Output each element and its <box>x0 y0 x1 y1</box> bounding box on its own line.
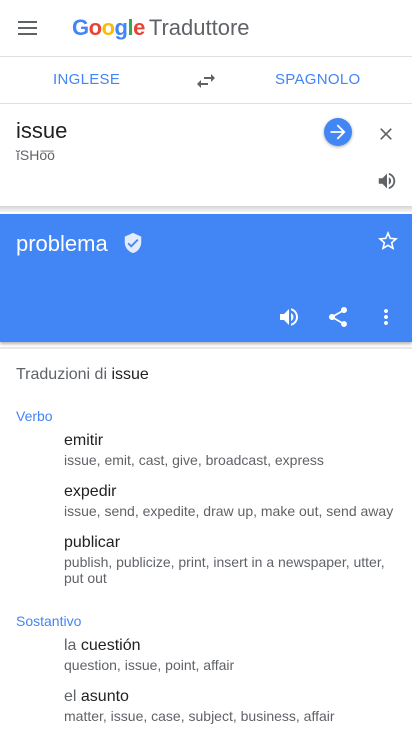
part-of-speech-label: Sostantivo <box>16 613 82 629</box>
dictionary-entry[interactable]: el asunto matter, issue, case, subject, … <box>64 688 404 724</box>
swap-languages-icon[interactable] <box>194 69 218 93</box>
translate-go-button[interactable] <box>324 118 352 146</box>
entry-article: el <box>64 688 77 705</box>
dictionary-title: Traduzioni di issue <box>16 366 149 384</box>
divider <box>0 347 412 349</box>
app-bar: Google Traduttore <box>0 0 412 57</box>
entry-article: la <box>64 637 77 654</box>
divider <box>0 206 412 212</box>
target-language-button[interactable]: SPAGNOLO <box>275 71 360 88</box>
google-logo: Google <box>72 15 145 40</box>
star-icon[interactable] <box>376 229 400 253</box>
dictionary-entry[interactable]: publicar publish, publicize, print, inse… <box>64 534 404 586</box>
source-text[interactable]: issue <box>16 118 67 144</box>
translation-text[interactable]: problema <box>16 231 108 257</box>
clear-icon[interactable] <box>376 124 396 144</box>
share-icon[interactable] <box>326 305 350 329</box>
app-title: Google Traduttore <box>72 14 250 42</box>
translation-result-card[interactable]: problema <box>0 214 412 342</box>
verified-shield-icon[interactable] <box>122 232 144 254</box>
entry-word: publicar <box>64 534 121 551</box>
dictionary-title-prefix: Traduzioni di <box>16 366 108 383</box>
entry-word: emitir <box>64 432 104 449</box>
menu-icon[interactable] <box>16 16 40 40</box>
dictionary-entry[interactable]: emitir issue, emit, cast, give, broadcas… <box>64 432 404 468</box>
transliteration: ĭSHo͞o <box>16 147 55 163</box>
arrow-forward-icon <box>330 124 346 140</box>
entry-word: expedir <box>64 483 117 500</box>
source-language-button[interactable]: INGLESE <box>53 71 120 88</box>
entry-synonyms: matter, issue, case, subject, business, … <box>64 708 335 724</box>
entry-synonyms: question, issue, point, affair <box>64 657 235 673</box>
dictionary-entry[interactable]: la cuestión question, issue, point, affa… <box>64 637 404 673</box>
dictionary-entry[interactable]: expedir issue, send, expedite, draw up, … <box>64 483 404 519</box>
speaker-icon[interactable] <box>277 305 301 329</box>
entry-synonyms: issue, send, expedite, draw up, make out… <box>64 503 394 519</box>
entry-word: asunto <box>80 688 129 705</box>
part-of-speech-label: Verbo <box>16 408 53 424</box>
source-input-area[interactable]: issue ĭSHo͞o <box>0 104 412 208</box>
language-bar: INGLESE SPAGNOLO <box>0 57 412 104</box>
dictionary-title-word: issue <box>111 366 149 383</box>
entry-synonyms: publish, publicize, print, insert in a n… <box>64 554 385 586</box>
entry-word: cuestión <box>80 637 141 654</box>
app-name: Traduttore <box>148 15 250 40</box>
entry-synonyms: issue, emit, cast, give, broadcast, expr… <box>64 452 324 468</box>
speaker-icon[interactable] <box>376 170 398 192</box>
more-vert-icon[interactable] <box>374 305 398 329</box>
